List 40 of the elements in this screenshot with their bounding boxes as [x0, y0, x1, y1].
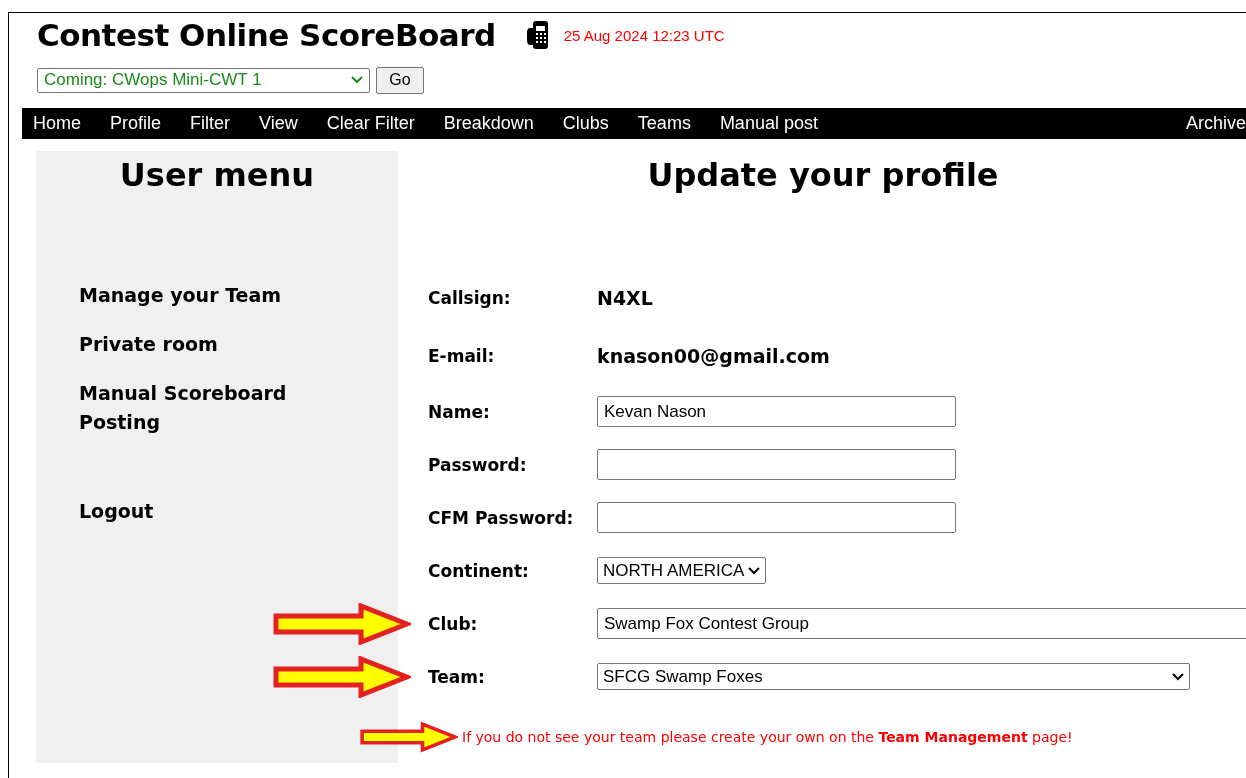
sidebar-link[interactable]: Private room	[79, 330, 319, 359]
nav-link[interactable]: Teams	[637, 113, 691, 134]
sidebar-link[interactable]: Manual Scoreboard Posting	[79, 379, 319, 437]
nav-link[interactable]: Home	[33, 113, 81, 134]
dropdown[interactable]: NORTH AMERICA	[597, 557, 767, 584]
nav-link[interactable]: Filter	[190, 113, 231, 134]
sidebar-link[interactable]: Logout	[79, 497, 319, 526]
field-value: knason00@gmail.com	[597, 345, 830, 367]
input-field[interactable]	[597, 449, 956, 480]
field-label: Continent:	[428, 560, 530, 581]
chevron-down-icon	[748, 566, 761, 575]
nav-link[interactable]: Clubs	[562, 113, 609, 134]
contest-dropdown[interactable]: Coming: CWops Mini-CWT 1	[37, 67, 370, 93]
sidebar-title: User menu	[118, 156, 316, 194]
input-field[interactable]: Swamp Fox Contest Group	[597, 608, 1246, 639]
input-field[interactable]: Kevan Nason	[597, 396, 956, 427]
input-field[interactable]	[597, 502, 956, 533]
field-label: Name:	[428, 401, 491, 422]
field-label: Password:	[428, 454, 528, 475]
go-button[interactable]: Go	[376, 66, 424, 94]
field-label: Team:	[428, 666, 486, 687]
nav-link[interactable]: Manual post	[719, 113, 818, 134]
nav-link[interactable]: Profile	[110, 113, 162, 134]
date-time: 25 Aug 2024 12:23 UTC	[563, 26, 725, 44]
field-label: CFM Password:	[428, 507, 575, 528]
site-title: Contest Online ScoreBoard	[37, 17, 496, 53]
nav-link[interactable]: View	[259, 113, 298, 134]
nav-link[interactable]: Clear Filter	[326, 113, 415, 134]
chevron-down-icon	[351, 76, 363, 84]
field-label: Callsign:	[428, 288, 512, 308]
dropdown[interactable]: SFCG Swamp Foxes	[597, 663, 1190, 690]
field-value: N4XL	[597, 287, 653, 309]
notice-text: If you do not see your team please create your own on the Team Management page!	[462, 729, 1073, 745]
field-label: E-mail:	[428, 346, 496, 366]
sidebar-link[interactable]: Manage your Team	[79, 281, 319, 310]
chevron-down-icon	[1172, 672, 1184, 681]
nav-link[interactable]: Breakdown	[443, 113, 534, 134]
field-label: Club:	[428, 613, 479, 634]
nav-link[interactable]: Archive	[1185, 113, 1246, 134]
page-title: Update your profile	[646, 156, 1000, 194]
